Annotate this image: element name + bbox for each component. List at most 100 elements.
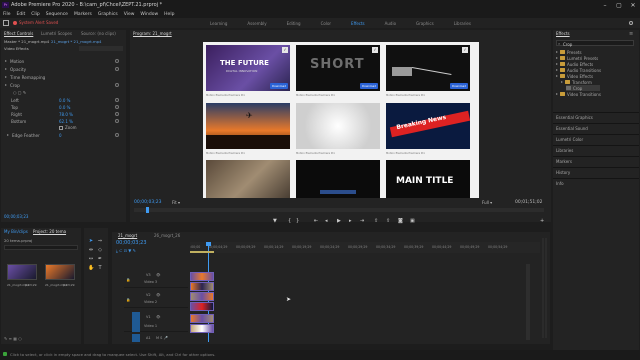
workspace-audio[interactable]: Audio bbox=[385, 21, 396, 26]
reset-icon[interactable] bbox=[115, 67, 119, 71]
reset-icon[interactable] bbox=[115, 112, 119, 116]
timeline-playhead-handle[interactable] bbox=[206, 242, 211, 246]
fx-motion[interactable]: Motion bbox=[5, 58, 24, 64]
type-tool-icon[interactable]: T bbox=[97, 265, 103, 271]
section-essential-graphics[interactable]: Essential Graphics bbox=[556, 115, 593, 120]
effects-menu-icon[interactable]: ≡ bbox=[629, 31, 633, 37]
comparison-view-icon[interactable]: ▣ bbox=[410, 218, 415, 224]
menu-help[interactable]: Help bbox=[164, 12, 174, 17]
quality-dropdown[interactable]: Full ▾ bbox=[482, 200, 492, 205]
section-markers[interactable]: Markers bbox=[556, 159, 572, 164]
ripple-edit-tool-icon[interactable]: ⇹ bbox=[88, 247, 94, 253]
project-footer-icons[interactable]: ✎ ≡ ▦ ○ bbox=[4, 336, 22, 341]
timeline-timecode[interactable]: 00;00;03;23 bbox=[116, 240, 147, 246]
eye-icon[interactable]: 👁 bbox=[156, 293, 160, 297]
workspace-learning[interactable]: Learning bbox=[210, 21, 227, 26]
checkbox-icon[interactable]: ✓ bbox=[372, 47, 378, 53]
workspace-assembly[interactable]: Assembly bbox=[247, 21, 266, 26]
tab-project[interactable]: Project: 20 tema bbox=[33, 229, 66, 234]
zoom-checkbox[interactable] bbox=[59, 126, 63, 130]
tab-source[interactable]: Source: (no clips) bbox=[81, 31, 116, 36]
checkbox-icon[interactable]: ✓ bbox=[462, 47, 468, 53]
clip-v2-b[interactable] bbox=[190, 302, 214, 311]
source-patch-a1[interactable] bbox=[132, 334, 140, 342]
fit-dropdown[interactable]: Fit ▾ bbox=[172, 200, 180, 205]
close-button[interactable]: ✕ bbox=[626, 0, 640, 10]
play-icon[interactable]: ▶ bbox=[337, 218, 341, 224]
export-frame-icon[interactable]: ◙ bbox=[398, 218, 403, 224]
program-timecode[interactable]: 00;00;03;23 bbox=[134, 200, 161, 205]
menu-view[interactable]: View bbox=[124, 12, 135, 17]
section-essential-sound[interactable]: Essential Sound bbox=[556, 126, 588, 131]
add-button-icon[interactable]: + bbox=[540, 218, 544, 224]
go-to-in-icon[interactable]: ⇤ bbox=[314, 218, 318, 224]
eye-icon[interactable]: 👁 bbox=[156, 315, 160, 319]
reset-icon[interactable] bbox=[115, 83, 119, 87]
clip-v3-b[interactable] bbox=[190, 282, 214, 291]
effects-tree-video-transitions[interactable]: Video Transitions bbox=[556, 91, 601, 97]
section-lumetri-color[interactable]: Lumetri Color bbox=[556, 137, 583, 142]
track-select-tool-icon[interactable]: ⇒ bbox=[97, 238, 103, 244]
menu-graphics[interactable]: Graphics bbox=[98, 12, 118, 17]
marker-icon[interactable]: ▼ bbox=[273, 218, 277, 224]
reset-icon[interactable] bbox=[115, 119, 119, 123]
section-info[interactable]: Info bbox=[556, 181, 564, 186]
project-item-thumb[interactable] bbox=[45, 264, 75, 280]
crop-right-value[interactable]: 78.0 % bbox=[59, 112, 73, 117]
program-scrub-bar[interactable] bbox=[134, 208, 544, 212]
extract-icon[interactable]: ⇪ bbox=[386, 218, 390, 224]
step-forward-icon[interactable]: ▸ bbox=[349, 218, 352, 224]
menu-sequence[interactable]: Sequence bbox=[46, 12, 68, 17]
clip-v1-b[interactable] bbox=[190, 324, 214, 333]
minimize-button[interactable]: – bbox=[598, 0, 612, 10]
menu-markers[interactable]: Markers bbox=[74, 12, 92, 17]
crop-bottom-value[interactable]: 62.1 % bbox=[59, 119, 73, 124]
reset-icon[interactable] bbox=[115, 105, 119, 109]
fx-time-remapping[interactable]: Time Remapping bbox=[5, 74, 45, 80]
section-history[interactable]: History bbox=[556, 170, 570, 175]
go-to-out-icon[interactable]: ⇥ bbox=[360, 218, 364, 224]
menu-edit[interactable]: Edit bbox=[17, 12, 26, 17]
crop-left-value[interactable]: 0.0 % bbox=[59, 98, 70, 103]
tab-effects[interactable]: Effects bbox=[556, 31, 570, 36]
download-button[interactable]: Download bbox=[360, 83, 378, 89]
selection-tool-icon[interactable]: ➤ bbox=[88, 238, 94, 244]
workspace-editing[interactable]: Editing bbox=[287, 21, 301, 26]
workspace-graphics[interactable]: Graphics bbox=[416, 21, 434, 26]
mask-tools-icons[interactable]: ○ ▢ ✎ bbox=[13, 90, 33, 95]
search-icon[interactable] bbox=[629, 21, 633, 25]
menu-window[interactable]: Window bbox=[140, 12, 158, 17]
hand-tool-icon[interactable]: ✋ bbox=[88, 265, 94, 271]
razor-tool-icon[interactable]: ◇ bbox=[97, 247, 103, 253]
out-point-icon[interactable]: } bbox=[296, 218, 299, 224]
work-area-bar[interactable] bbox=[190, 251, 214, 253]
menu-file[interactable]: File bbox=[3, 12, 11, 17]
reset-icon[interactable] bbox=[115, 98, 119, 102]
fx-opacity[interactable]: Opacity bbox=[5, 66, 26, 72]
mute-solo-icons[interactable]: M S 🎤 bbox=[156, 336, 168, 340]
reset-icon[interactable] bbox=[115, 133, 119, 137]
reset-icon[interactable] bbox=[115, 59, 119, 63]
tab-timeline-21[interactable]: 21_mogrt bbox=[118, 233, 137, 238]
slip-tool-icon[interactable]: ↔ bbox=[88, 256, 94, 262]
menu-clip[interactable]: Clip bbox=[31, 12, 40, 17]
crop-top-value[interactable]: 0.0 % bbox=[59, 105, 70, 110]
workspace-effects[interactable]: Effects bbox=[351, 21, 365, 26]
workspace-libraries[interactable]: Libraries bbox=[454, 21, 471, 26]
effects-search-input[interactable]: ⌕ Crop bbox=[556, 40, 634, 47]
in-point-icon[interactable]: { bbox=[288, 218, 291, 224]
section-libraries[interactable]: Libraries bbox=[556, 148, 573, 153]
project-search-input[interactable] bbox=[4, 245, 78, 250]
fx-crop[interactable]: Crop bbox=[5, 82, 20, 88]
tab-media-browser[interactable]: My Bin/clips bbox=[4, 229, 28, 234]
workspace-color[interactable]: Color bbox=[321, 21, 331, 26]
clip-v2[interactable] bbox=[190, 292, 214, 301]
checkbox-icon[interactable]: ✓ bbox=[282, 47, 288, 53]
maximize-button[interactable]: ▢ bbox=[612, 0, 626, 10]
track-lock-icon[interactable]: 🔒 bbox=[126, 298, 130, 302]
tab-effect-controls[interactable]: Effect Controls bbox=[4, 31, 33, 36]
timeline-tool-icons[interactable]: ⤓ ⊂ ⊡ ▼ ✎ bbox=[116, 248, 136, 253]
lift-icon[interactable]: ⇧ bbox=[374, 218, 378, 224]
project-item-thumb[interactable] bbox=[7, 264, 37, 280]
download-button[interactable]: Download bbox=[270, 83, 288, 89]
